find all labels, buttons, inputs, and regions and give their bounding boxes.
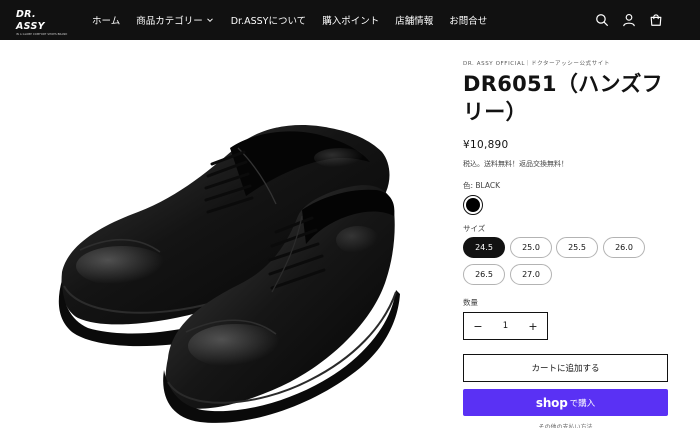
quantity-minus-button[interactable]: − bbox=[464, 313, 492, 339]
nav-item-label: Dr.ASSYについて bbox=[230, 16, 307, 27]
logo-subtext: IN A GLOBE COMFORT SHOES BRAND NEW bbox=[16, 33, 68, 36]
account-icon bbox=[623, 14, 635, 27]
quantity-value[interactable]: 1 bbox=[503, 321, 508, 331]
nav-item-contact[interactable]: お問合せ bbox=[449, 13, 487, 27]
main-nav: ホーム 商品カテゴリー Dr.ASSYについて 購入ポイント 店舗情報 お問合せ bbox=[92, 0, 503, 40]
brand-label: DR. ASSY OFFICIAL｜ドクターアッシー公式サイト bbox=[463, 61, 610, 67]
color-label: 色: BLACK bbox=[463, 181, 501, 190]
cart-icon bbox=[650, 14, 662, 26]
size-option-24-5[interactable]: 24.5 bbox=[463, 237, 505, 258]
size-option-27-0[interactable]: 27.0 bbox=[510, 264, 552, 285]
product-title: DR6051（ハンズフリー） bbox=[463, 72, 663, 124]
nav-item-label: 商品カテゴリー bbox=[136, 16, 203, 27]
shop-pay-label: で購入 bbox=[569, 398, 596, 409]
more-payment-options-link[interactable]: その他の支払い方法 bbox=[463, 422, 668, 428]
nav-item-label: お問合せ bbox=[449, 16, 488, 27]
nav-item-stores[interactable]: 店舗情報 bbox=[395, 13, 433, 27]
size-option-25-5[interactable]: 25.5 bbox=[556, 237, 598, 258]
nav-item-label: 購入ポイント bbox=[322, 16, 380, 27]
size-option-26-0[interactable]: 26.0 bbox=[603, 237, 645, 258]
size-option-25-0[interactable]: 25.0 bbox=[510, 237, 552, 258]
nav-item-label: ホーム bbox=[92, 16, 121, 27]
quantity-plus-button[interactable]: + bbox=[519, 313, 547, 339]
size-option-label: 26.0 bbox=[615, 243, 633, 252]
logo-text: DR. ASSY bbox=[16, 9, 45, 32]
color-swatch-black[interactable] bbox=[463, 195, 483, 215]
logo[interactable]: DR. ASSY IN A GLOBE COMFORT SHOES BRAND … bbox=[16, 9, 68, 36]
quantity-stepper: − 1 + bbox=[463, 312, 548, 340]
chevron-down-icon bbox=[206, 18, 213, 23]
nav-item-purchase-points[interactable]: 購入ポイント bbox=[322, 13, 379, 27]
shop-pay-logo: shop bbox=[535, 395, 568, 410]
search-button[interactable] bbox=[594, 12, 610, 28]
cart-button[interactable] bbox=[648, 12, 664, 28]
size-label: サイズ bbox=[463, 224, 486, 233]
site-header: DR. ASSY IN A GLOBE COMFORT SHOES BRAND … bbox=[0, 0, 700, 40]
swatch-fill bbox=[466, 198, 480, 212]
size-option-label: 26.5 bbox=[475, 270, 493, 279]
header-icons bbox=[583, 0, 664, 40]
size-option-label: 25.0 bbox=[522, 243, 540, 252]
search-icon bbox=[596, 14, 609, 27]
nav-item-label: 店舗情報 bbox=[395, 16, 434, 27]
shop-pay-button[interactable]: shop で購入 bbox=[463, 389, 668, 416]
size-option-26-5[interactable]: 26.5 bbox=[463, 264, 505, 285]
product-price: ¥10,890 bbox=[463, 139, 509, 151]
nav-item-categories[interactable]: 商品カテゴリー bbox=[136, 13, 215, 27]
nav-item-about[interactable]: Dr.ASSYについて bbox=[231, 13, 306, 27]
shoes-image bbox=[58, 125, 400, 423]
add-to-cart-button[interactable]: カートに追加する bbox=[463, 354, 668, 382]
product-image[interactable] bbox=[40, 40, 450, 428]
size-option-label: 24.5 bbox=[475, 243, 493, 252]
size-option-label: 27.0 bbox=[522, 270, 540, 279]
nav-item-home[interactable]: ホーム bbox=[92, 13, 120, 27]
quantity-label: 数量 bbox=[463, 298, 478, 307]
size-option-label: 25.5 bbox=[568, 243, 586, 252]
tax-note: 税込。送料無料！返品交換無料！ bbox=[463, 160, 568, 168]
account-button[interactable] bbox=[621, 12, 637, 28]
